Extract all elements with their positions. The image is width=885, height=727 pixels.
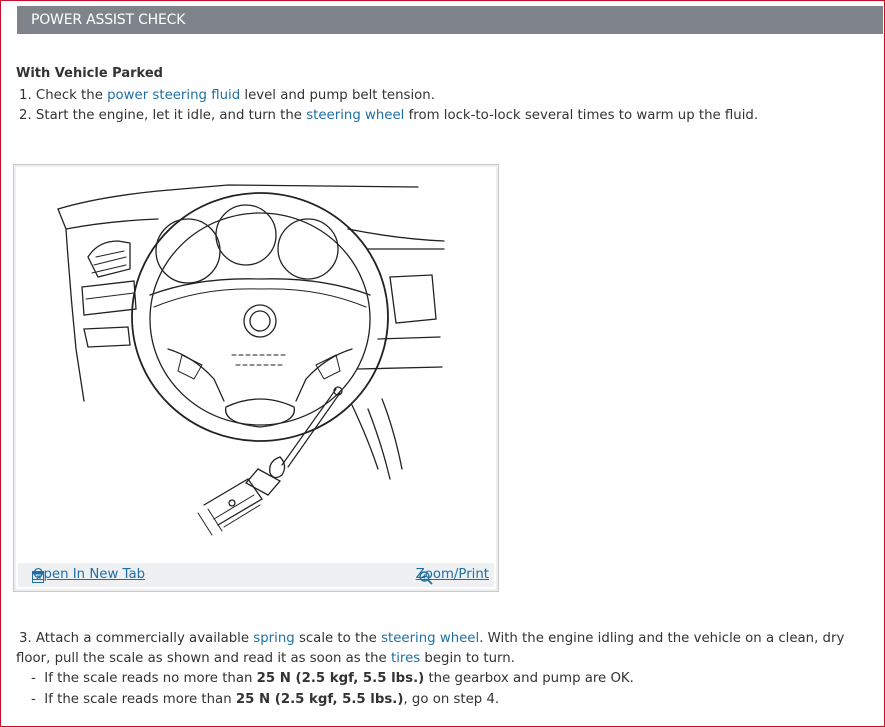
bullet-2: - If the scale reads more than 25 N (2.5… xyxy=(31,692,500,707)
step-2: 2. Start the engine, let it idle, and tu… xyxy=(19,108,759,123)
section-header: POWER ASSIST CHECK xyxy=(17,6,883,34)
steering-wheel-illustration xyxy=(57,184,445,536)
link-steering-wheel-2[interactable]: steering wheel xyxy=(381,631,479,646)
open-new-tab-link[interactable]: Open In New Tab xyxy=(28,567,145,583)
section-title: POWER ASSIST CHECK xyxy=(31,12,186,28)
step-3: 3. Attach a commercially available sprin… xyxy=(16,631,845,666)
link-steering-wheel[interactable]: steering wheel xyxy=(306,108,404,123)
link-spring[interactable]: spring xyxy=(253,631,294,646)
step-1: 1. Check the power steering fluid level … xyxy=(19,88,435,103)
bullet-1: - If the scale reads no more than 25 N (… xyxy=(31,671,634,686)
zoom-print-link[interactable]: Zoom/Print xyxy=(415,567,489,585)
figure-panel: Open In New Tab Zoom/Print xyxy=(13,164,499,592)
link-tires[interactable]: tires xyxy=(391,651,420,666)
figure-toolbar: Open In New Tab Zoom/Print xyxy=(18,563,494,587)
link-power-steering-fluid[interactable]: power steering fluid xyxy=(107,88,240,103)
subsection-title: With Vehicle Parked xyxy=(16,66,163,81)
